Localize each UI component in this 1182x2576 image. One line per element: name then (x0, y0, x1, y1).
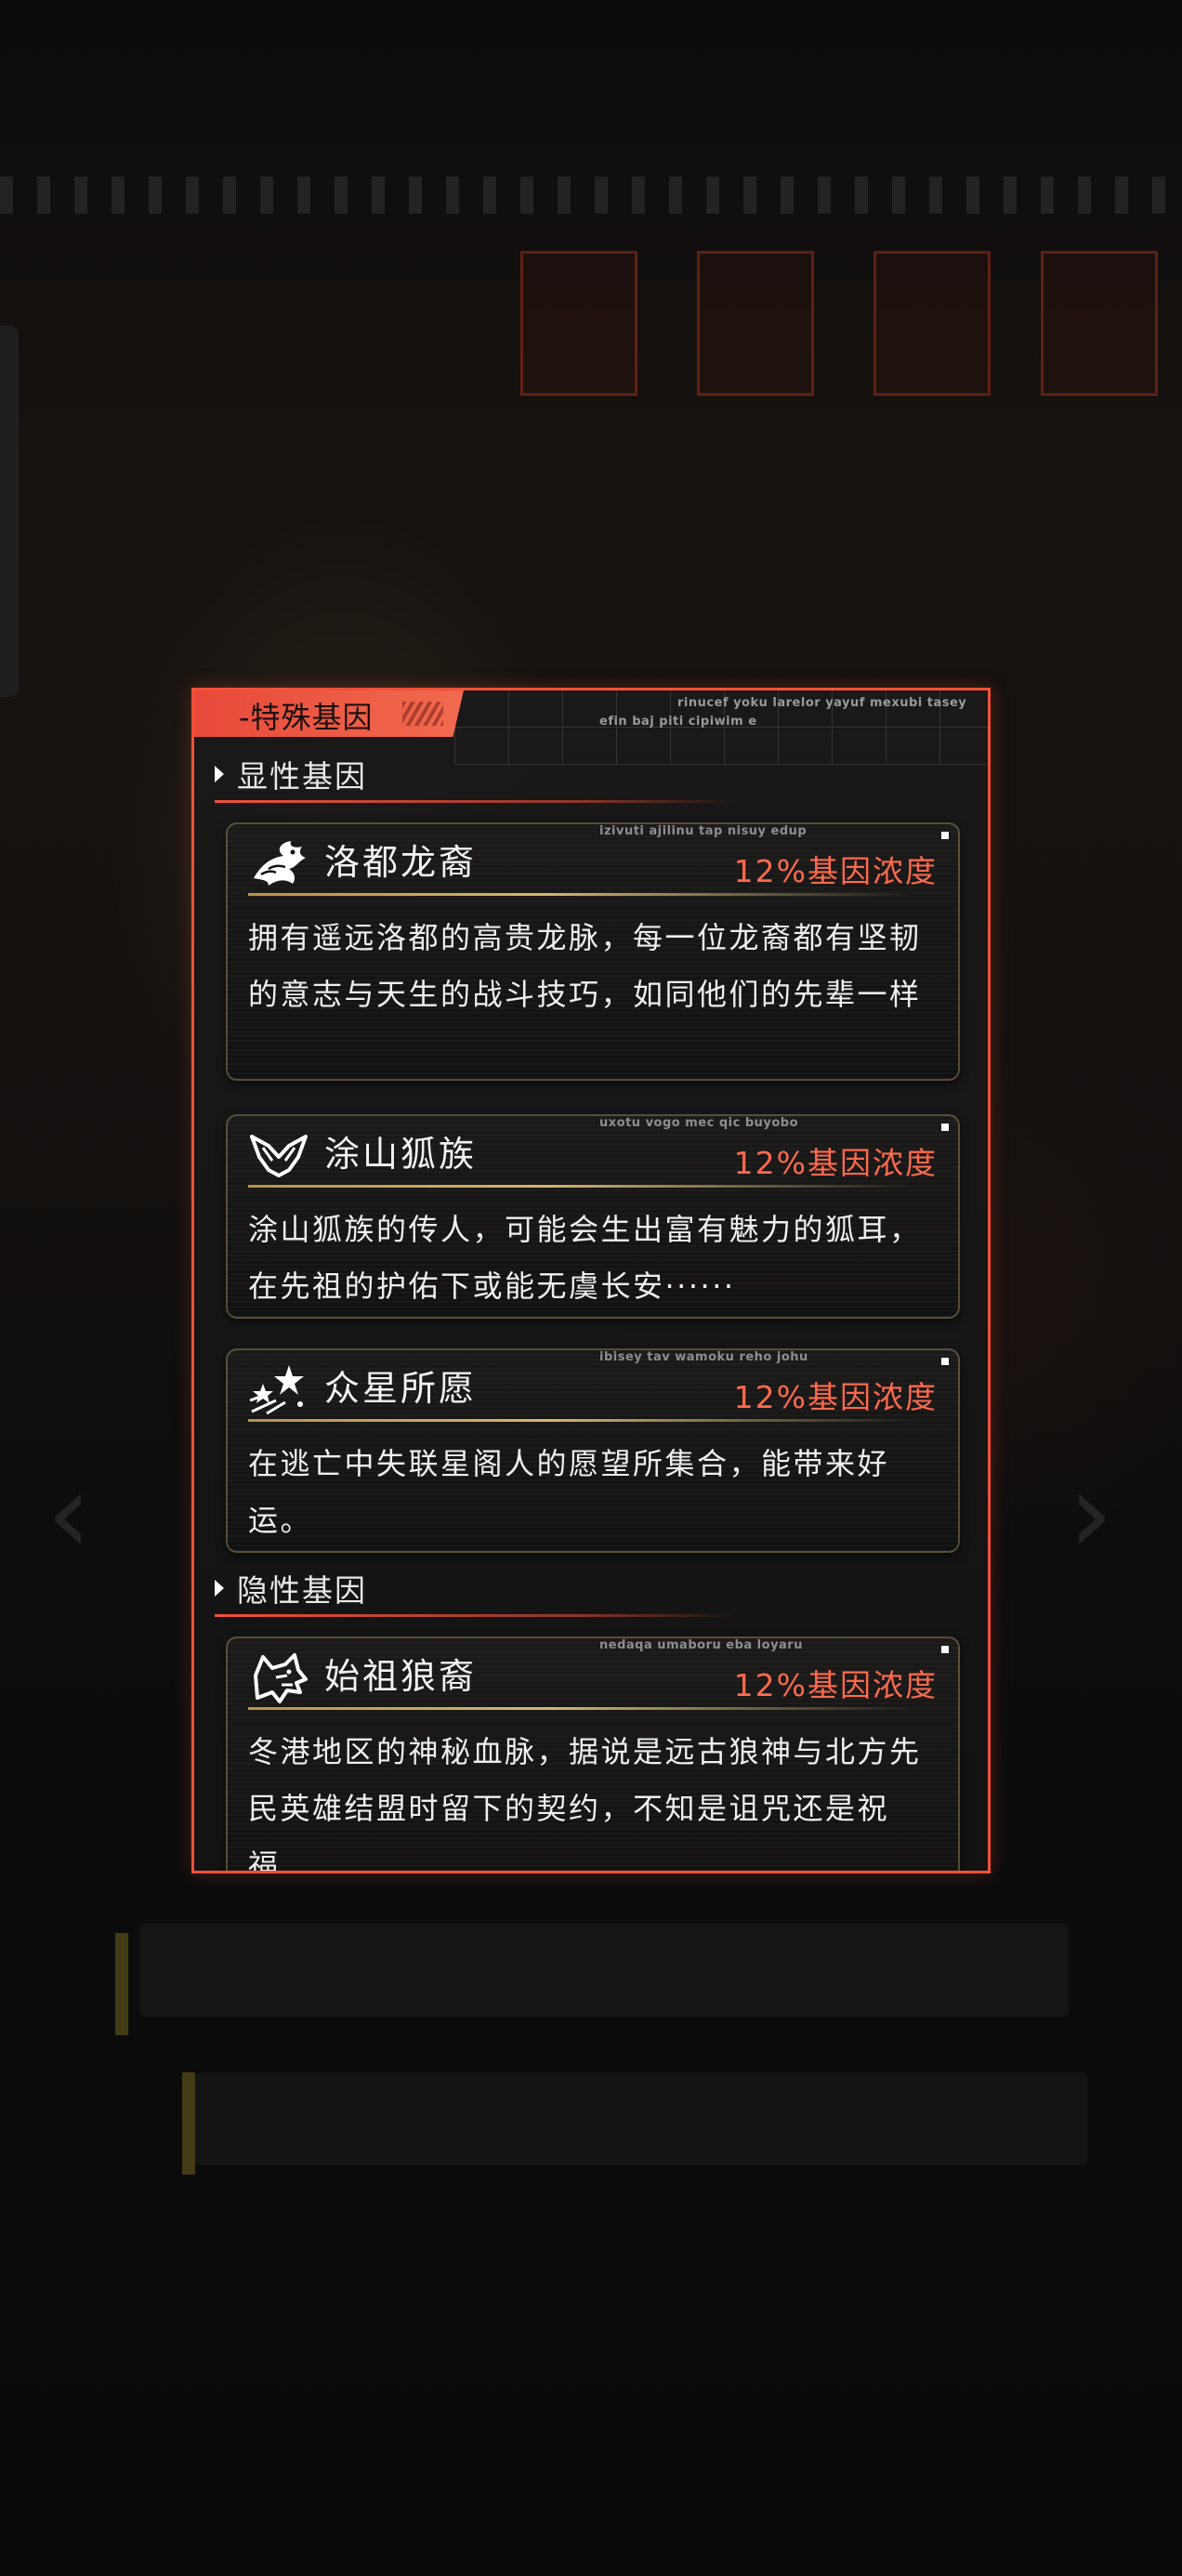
background-card (697, 251, 814, 396)
gene-concentration: 12%基因浓度 (733, 1379, 938, 1415)
background-side-tab (0, 325, 19, 697)
gene-description: 拥有遥远洛都的高贵龙脉，每一位龙裔都有坚韧的意志与天生的战斗技巧，如同他们的先辈… (248, 920, 922, 1012)
gene-code: izivuti ajilinu tap nisuy edup (599, 824, 808, 838)
background-card (1041, 251, 1158, 396)
section-header-dominant: 显性基因 (215, 756, 367, 795)
background-marker (182, 2072, 195, 2175)
gene-description: 在逃亡中失联星阁人的愿望所集合，能带来好运。 (248, 1446, 890, 1538)
card-divider (248, 1419, 917, 1422)
caret-right-icon (215, 766, 224, 782)
background-hud-row (0, 177, 1182, 214)
gene-description: 涂山狐族的传人，可能会生出富有魅力的狐耳，在先祖的护佑下或能无虞长安······ (248, 1212, 922, 1304)
corner-marker (941, 832, 949, 839)
gene-card-ancestor-wolf[interactable]: nedaqa umaboru eba loyaru 始祖狼裔 12%基因浓度 冬… (226, 1636, 960, 1873)
gene-name: 始祖狼裔 (324, 1656, 478, 1697)
gene-name: 众星所愿 (324, 1368, 478, 1409)
background-marker (115, 1933, 128, 2035)
background-left-arrow-icon: ‹ (46, 1450, 91, 1579)
gene-card-stars-wish[interactable]: ibisey tav wamoku reho johu 众星所愿 12%基因浓度… (226, 1348, 960, 1553)
gene-description: 冬港地区的神秘血脉，据说是远古狼神与北方先民英雄结盟时留下的契约，不知是诅咒还是… (248, 1734, 922, 1873)
tag-stripes-decoration (402, 702, 443, 726)
gene-concentration: 12%基因浓度 (733, 1145, 938, 1181)
gene-name: 洛都龙裔 (324, 842, 478, 883)
background-bar (139, 1924, 1069, 2017)
background-card (520, 251, 637, 396)
special-gene-panel: -特殊基因 rinucef yoku larelor yayuf mexubi … (191, 688, 991, 1873)
background-right-arrow-icon: › (1069, 1450, 1113, 1579)
gene-code: nedaqa umaboru eba loyaru (599, 1638, 803, 1652)
section-header-recessive: 隐性基因 (215, 1570, 367, 1609)
panel-title-tag: -特殊基因 (194, 690, 464, 737)
corner-marker (941, 1646, 949, 1653)
gene-code: ibisey tav wamoku reho johu (599, 1350, 808, 1364)
gene-name: 涂山狐族 (324, 1134, 478, 1175)
background-bar (195, 2072, 1087, 2165)
dragon-icon (254, 841, 306, 886)
section-divider (215, 800, 735, 803)
section-label: 显性基因 (237, 758, 367, 795)
panel-title: -特殊基因 (239, 700, 374, 735)
gene-card-tushan-fox[interactable]: uxotu vogo mec qic buyobo 涂山狐族 12%基因浓度 涂… (226, 1114, 960, 1319)
gene-code: uxotu vogo mec qic buyobo (599, 1116, 799, 1130)
section-label: 隐性基因 (237, 1572, 367, 1609)
background-card (873, 251, 991, 396)
wolf-icon (254, 1653, 308, 1703)
gene-concentration: 12%基因浓度 (733, 1667, 938, 1703)
card-divider (248, 893, 917, 896)
corner-marker (941, 1124, 949, 1131)
panel-deco-text: efin baj piti cipiwim e (599, 715, 757, 729)
caret-right-icon (215, 1580, 224, 1597)
card-divider (248, 1185, 917, 1188)
corner-marker (941, 1358, 949, 1365)
fox-icon (250, 1135, 308, 1177)
gene-card-luodu-dragon[interactable]: izivuti ajilinu tap nisuy edup 洛都龙裔 12%基… (226, 822, 960, 1081)
stars-icon (249, 1365, 304, 1415)
panel-deco-text: rinucef yoku larelor yayuf mexubi tasey (677, 696, 967, 710)
card-divider (248, 1707, 917, 1710)
gene-concentration: 12%基因浓度 (733, 853, 938, 889)
section-divider (215, 1614, 735, 1617)
